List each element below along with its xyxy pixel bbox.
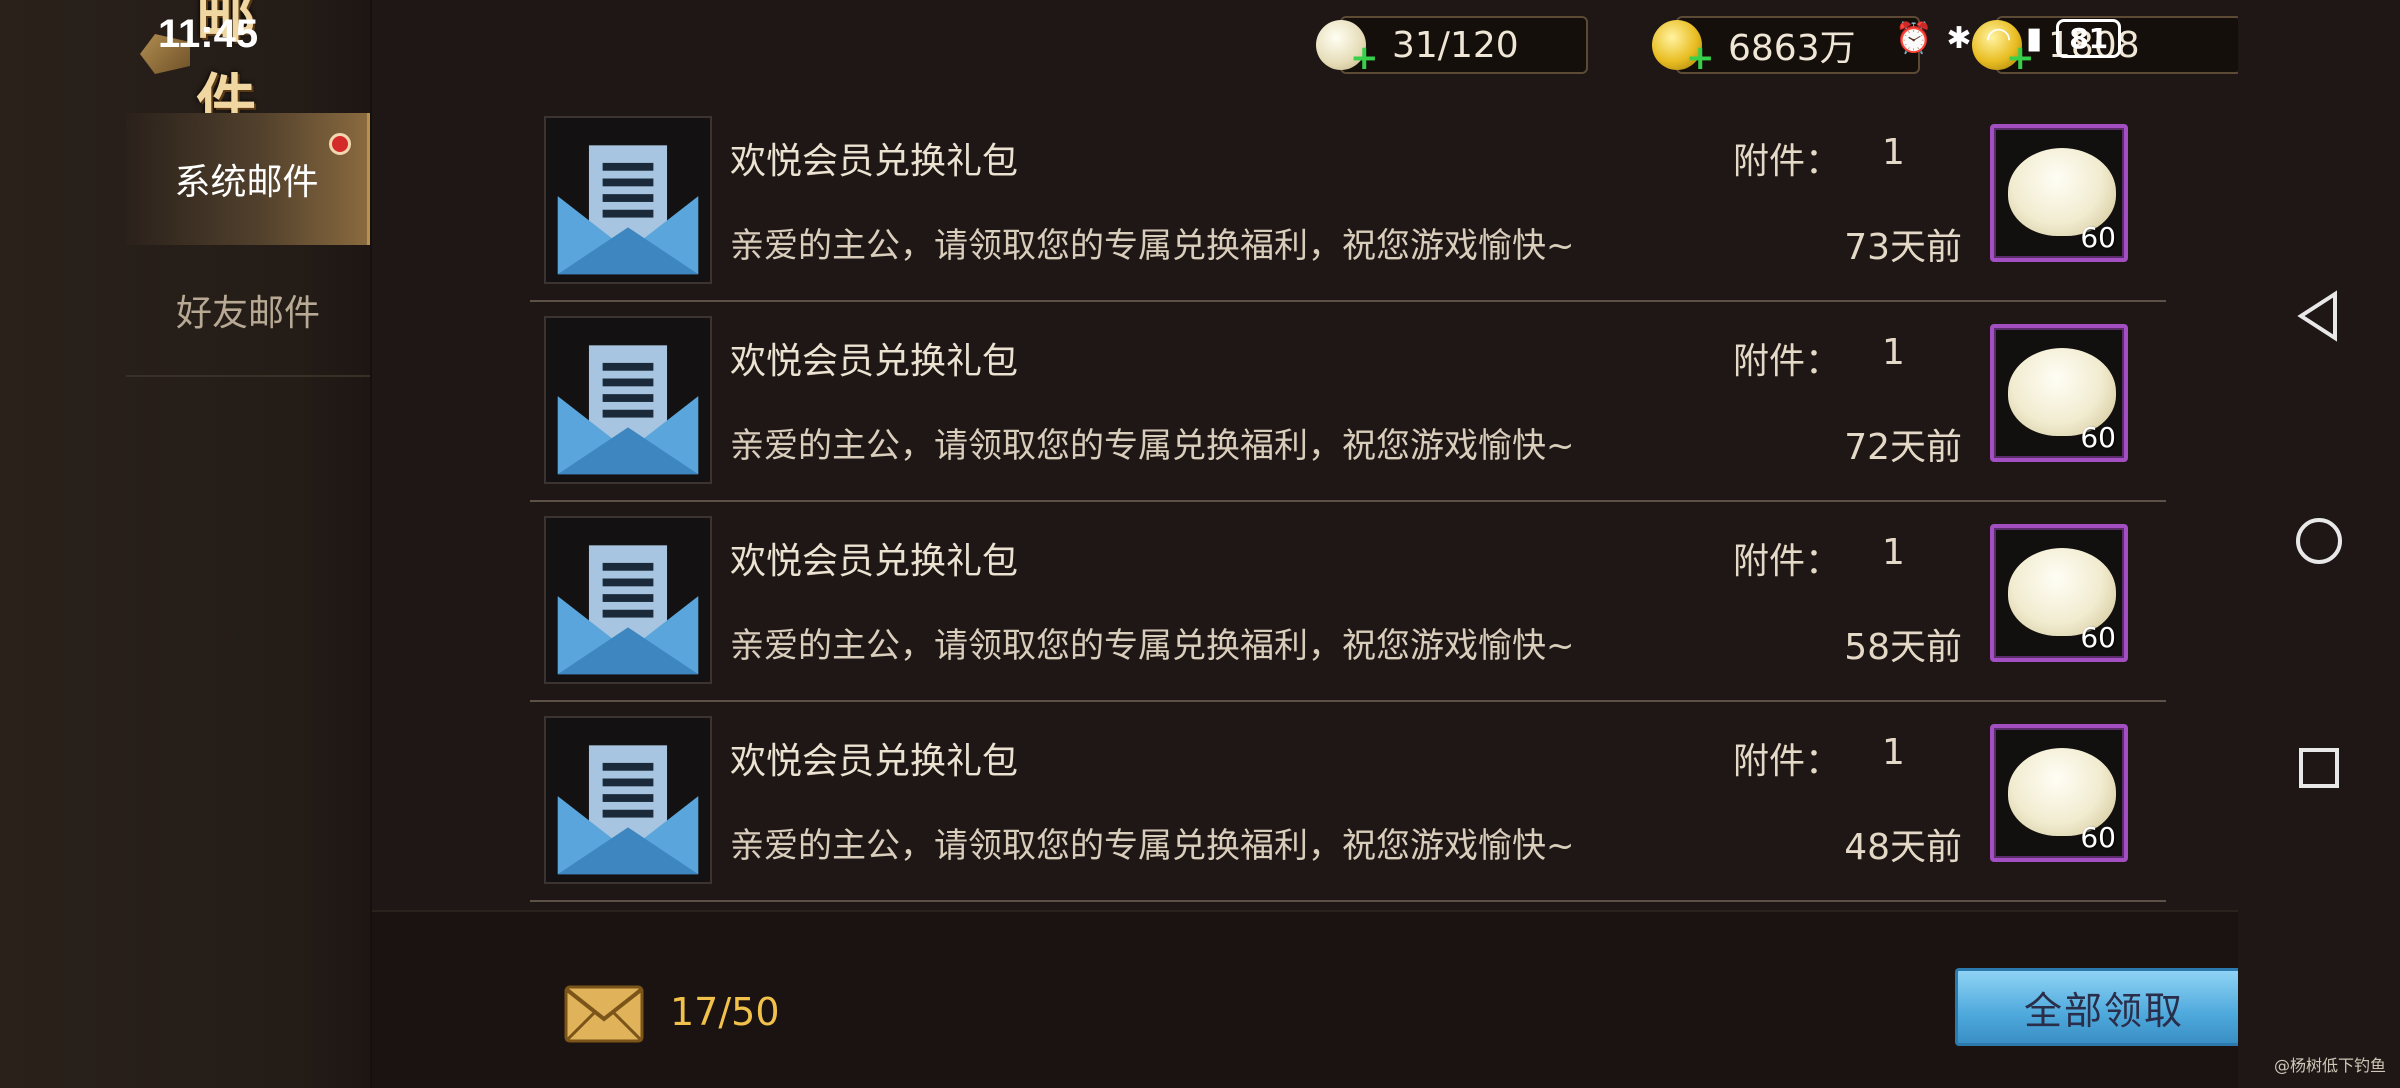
notification-dot [329, 133, 351, 155]
envelope-icon [564, 985, 644, 1043]
signal-icon: ▮ [2025, 20, 2043, 56]
list-item[interactable]: 欢悦会员兑换礼包 亲爱的主公，请领取您的专属兑换福利，祝您游戏愉快~ 附件： 1… [530, 502, 2166, 702]
home-icon [2296, 518, 2342, 564]
mail-title: 欢悦会员兑换礼包 [730, 341, 1019, 382]
battery-icon: 81 [2056, 18, 2122, 58]
list-item[interactable]: 欢悦会员兑换礼包 亲爱的主公，请领取您的专属兑换福利，祝您游戏愉快~ 附件： 1… [530, 702, 2166, 902]
mail-title: 欢悦会员兑换礼包 [730, 541, 1019, 582]
attachment-count: 1 [1882, 532, 1905, 573]
list-item[interactable]: 欢悦会员兑换礼包 亲爱的主公，请领取您的专属兑换福利，祝您游戏愉快~ 附件： 1… [530, 302, 2166, 502]
reward-qty: 60 [2080, 421, 2116, 454]
mail-body: 亲爱的主公，请领取您的专属兑换福利，祝您游戏愉快~ [730, 626, 1575, 666]
mail-title: 欢悦会员兑换礼包 [730, 741, 1019, 782]
attachment-label: 附件： [1733, 741, 1842, 782]
attachment-count: 1 [1882, 332, 1905, 373]
back-button[interactable] [2238, 290, 2400, 342]
reward-qty: 60 [2080, 821, 2116, 854]
mail-count: 17/50 [670, 990, 780, 1034]
mail-age: 48天前 [1844, 827, 1962, 868]
mail-icon [544, 716, 712, 884]
attachment-count: 1 [1882, 732, 1905, 773]
mail-body: 亲爱的主公，请领取您的专属兑换福利，祝您游戏愉快~ [730, 826, 1575, 866]
resource-coins[interactable]: + 6863万 [1652, 16, 1920, 78]
sidebar: 邮 件 11:45 系统邮件 好友邮件 [0, 0, 372, 1088]
attachment-label: 附件： [1733, 541, 1842, 582]
wifi-icon: ◠ [1985, 20, 2012, 56]
mail-body: 亲爱的主公，请领取您的专属兑换福利，祝您游戏愉快~ [730, 226, 1575, 266]
resource-stamina[interactable]: + 31/120 [1316, 16, 1588, 78]
recents-button[interactable] [2238, 746, 2400, 790]
add-icon[interactable]: + [1686, 38, 1715, 78]
tab-system-mail-label: 系统邮件 [174, 162, 319, 203]
reward-slot[interactable]: 60 [1990, 324, 2128, 462]
alarm-icon: ⏰ [1895, 20, 1933, 56]
home-button[interactable] [2238, 516, 2400, 566]
mail-age: 73天前 [1844, 227, 1962, 268]
reward-slot[interactable]: 60 [1990, 124, 2128, 262]
mail-body: 亲爱的主公，请领取您的专属兑换福利，祝您游戏愉快~ [730, 426, 1575, 466]
mail-icon [544, 116, 712, 284]
mail-title: 欢悦会员兑换礼包 [730, 141, 1019, 182]
list-item[interactable]: 欢悦会员兑换礼包 亲爱的主公，请领取您的专属兑换福利，祝您游戏愉快~ 附件： 1… [530, 102, 2166, 302]
reward-qty: 60 [2080, 621, 2116, 654]
recents-icon [2299, 748, 2339, 788]
status-time: 11:45 [158, 12, 259, 56]
reward-slot[interactable]: 60 [1990, 724, 2128, 862]
mail-age: 58天前 [1844, 627, 1962, 668]
attachment-label: 附件： [1733, 141, 1842, 182]
reward-slot[interactable]: 60 [1990, 524, 2128, 662]
tab-friend-mail-label: 好友邮件 [175, 293, 320, 334]
reward-qty: 60 [2080, 221, 2116, 254]
system-status-icons: ⏰ ✱ ◠ ▮ 81 [1895, 16, 2122, 60]
watermark: @杨树低下钓鱼 [2273, 1056, 2386, 1075]
mail-list: 欢悦会员兑换礼包 亲爱的主公，请领取您的专属兑换福利，祝您游戏愉快~ 附件： 1… [530, 102, 2166, 902]
resource-stamina-value: 31/120 [1392, 24, 1519, 66]
attachment-label: 附件： [1733, 341, 1842, 382]
mail-icon [544, 516, 712, 684]
attachment-count: 1 [1882, 132, 1905, 173]
claim-all-button[interactable]: 全部领取 [1955, 968, 2253, 1046]
tab-friend-mail[interactable]: 好友邮件 [126, 245, 370, 377]
bluetooth-icon: ✱ [1946, 20, 1972, 56]
resource-coins-value: 6863万 [1728, 28, 1856, 69]
system-nav-bar: @杨树低下钓鱼 [2238, 0, 2400, 1088]
back-icon [2297, 290, 2337, 342]
mail-age: 72天前 [1844, 427, 1962, 468]
tab-system-mail[interactable]: 系统邮件 [126, 113, 370, 245]
add-icon[interactable]: + [1350, 38, 1379, 78]
mail-icon [544, 316, 712, 484]
